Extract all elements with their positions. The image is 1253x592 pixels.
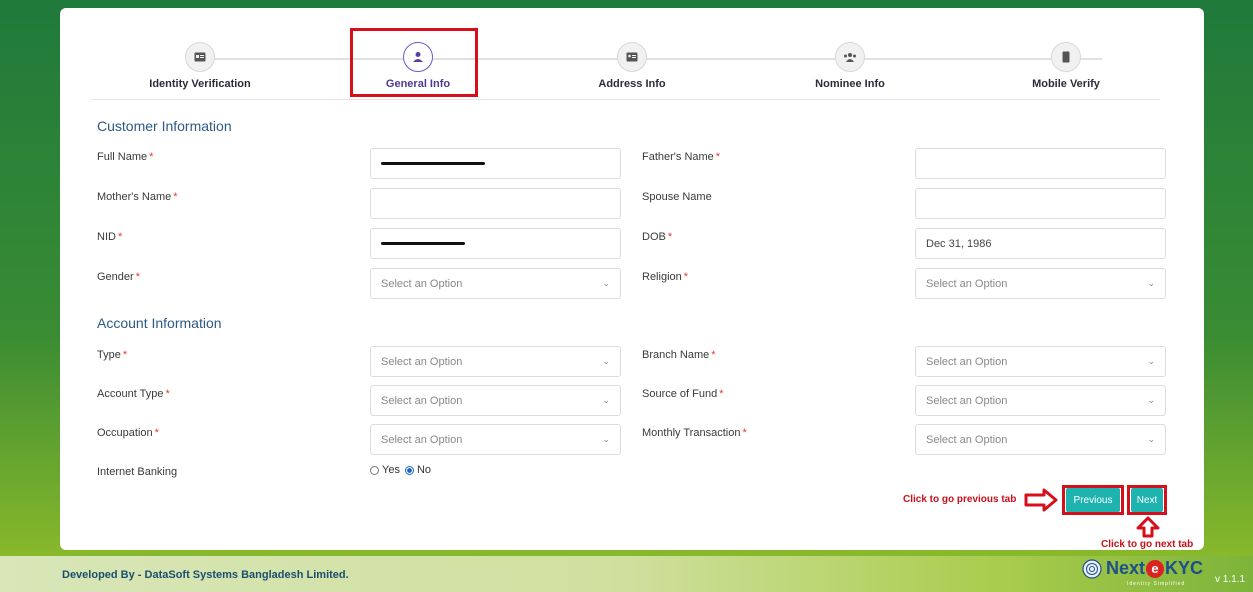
fathers-name-label: Father's Name * (642, 151, 721, 163)
arrow-right-icon (1024, 488, 1058, 512)
spouse-name-input[interactable] (915, 188, 1166, 219)
next-button[interactable]: Next (1131, 488, 1163, 512)
spouse-name-label: Spouse Name (642, 191, 712, 203)
branch-name-select[interactable]: Select an Option ⌄ (915, 346, 1166, 377)
mobile-icon (1051, 42, 1081, 72)
select-value: Select an Option (926, 394, 1008, 407)
logo-kyc-text: KYC (1165, 558, 1204, 578)
chevron-down-icon: ⌄ (1147, 356, 1155, 366)
source-of-fund-label: Source of Fund * (642, 388, 724, 400)
account-info-title: Account Information (97, 315, 222, 331)
step-nominee-info[interactable]: Nominee Info (760, 42, 940, 90)
nextekyc-logo: Next e KYC (1082, 558, 1203, 579)
fingerprint-icon (1082, 558, 1102, 579)
select-value: Select an Option (381, 394, 463, 407)
arrow-up-icon (1136, 516, 1160, 538)
dob-label: DOB * (642, 231, 673, 243)
step-label: Nominee Info (815, 78, 885, 90)
dob-input[interactable]: Dec 31, 1986 (915, 228, 1166, 259)
step-label: Mobile Verify (1032, 78, 1100, 90)
stepper-divider (92, 99, 1160, 100)
monthly-transaction-label: Monthly Transaction * (642, 427, 747, 439)
chevron-down-icon: ⌄ (1147, 434, 1155, 444)
chevron-down-icon: ⌄ (1147, 278, 1155, 288)
previous-button[interactable]: Previous (1066, 488, 1120, 512)
select-value: Select an Option (381, 433, 463, 446)
branch-name-label: Branch Name * (642, 349, 716, 361)
step-address-info[interactable]: Address Info (542, 42, 722, 90)
account-type-label: Account Type * (97, 388, 170, 400)
chevron-down-icon: ⌄ (602, 395, 610, 405)
next-hint-annotation: Click to go next tab (1101, 539, 1194, 550)
gender-select[interactable]: Select an Option ⌄ (370, 268, 621, 299)
full-name-label: Full Name * (97, 151, 154, 163)
nid-input[interactable] (370, 228, 621, 259)
occupation-label: Occupation * (97, 427, 159, 439)
full-name-input[interactable] (370, 148, 621, 179)
select-value: Select an Option (926, 355, 1008, 368)
monthly-transaction-select[interactable]: Select an Option ⌄ (915, 424, 1166, 455)
internet-banking-radio-group: Yes No (370, 464, 431, 476)
religion-select[interactable]: Select an Option ⌄ (915, 268, 1166, 299)
version-label: v 1.1.1 (1215, 574, 1246, 585)
chevron-down-icon: ⌄ (602, 434, 610, 444)
developer-credit: Developed By - DataSoft Systems Banglade… (62, 569, 349, 581)
step-label: Identity Verification (149, 78, 251, 90)
select-value: Select an Option (926, 277, 1008, 290)
id-card-icon (185, 42, 215, 72)
logo-next-text: Next (1106, 558, 1146, 578)
chevron-down-icon: ⌄ (602, 356, 610, 366)
users-icon (835, 42, 865, 72)
source-of-fund-select[interactable]: Select an Option ⌄ (915, 385, 1166, 416)
redacted-text (381, 242, 465, 245)
step-identity-verification[interactable]: Identity Verification (110, 42, 290, 90)
customer-info-title: Customer Information (97, 118, 232, 134)
address-card-icon (617, 42, 647, 72)
step-mobile-verify[interactable]: Mobile Verify (976, 42, 1156, 90)
mothers-name-label: Mother's Name * (97, 191, 178, 203)
internet-banking-label: Internet Banking (97, 466, 178, 478)
step-label: Address Info (598, 78, 666, 90)
yes-radio[interactable] (370, 465, 379, 475)
type-select[interactable]: Select an Option ⌄ (370, 346, 621, 377)
select-value: Select an Option (381, 355, 463, 368)
active-step-highlight (350, 28, 478, 97)
gender-label: Gender * (97, 271, 140, 283)
nid-label: NID * (97, 231, 123, 243)
logo-tagline: Identity Simplified (1127, 581, 1186, 587)
account-type-select[interactable]: Select an Option ⌄ (370, 385, 621, 416)
occupation-select[interactable]: Select an Option ⌄ (370, 424, 621, 455)
religion-label: Religion * (642, 271, 689, 283)
select-value: Select an Option (381, 277, 463, 290)
no-radio[interactable] (404, 465, 414, 475)
type-label: Type * (97, 349, 128, 361)
redacted-text (381, 162, 485, 165)
chevron-down-icon: ⌄ (602, 278, 610, 288)
no-radio-label: No (416, 464, 432, 476)
mothers-name-input[interactable] (370, 188, 621, 219)
chevron-down-icon: ⌄ (1147, 395, 1155, 405)
select-value: Select an Option (926, 433, 1008, 446)
logo-e-text: e (1146, 559, 1165, 578)
fathers-name-input[interactable] (915, 148, 1166, 179)
wizard-stepper: Identity Verification General Info Addre… (92, 30, 1160, 100)
previous-hint-annotation: Click to go previous tab (903, 494, 1017, 505)
yes-radio-label: Yes (382, 464, 400, 476)
